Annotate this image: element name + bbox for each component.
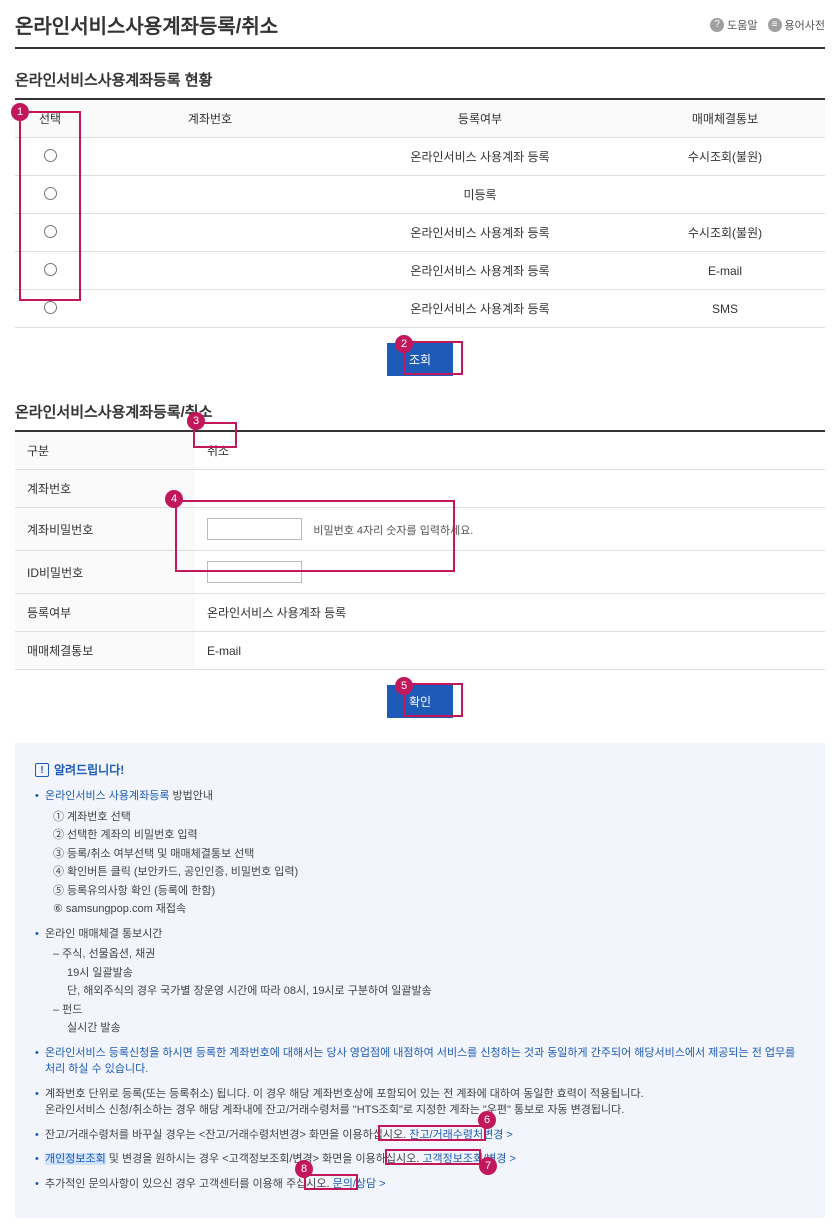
cell-notice: E-mail: [625, 252, 825, 290]
time-fund-label: – 펀드: [53, 1002, 805, 1019]
cell-account: [85, 138, 335, 176]
help-link[interactable]: ?도움말: [710, 17, 757, 33]
page-header: 온라인서비스사용계좌등록/취소 ?도움말 ≡용어사전: [15, 10, 825, 49]
label-registered: 등록여부: [15, 594, 195, 632]
col-account: 계좌번호: [85, 99, 335, 138]
guide-suffix: 방법안내: [170, 790, 214, 802]
col-notice: 매매체결통보: [625, 99, 825, 138]
notice-3-text: 온라인서비스 등록신청을 하시면 등록한 계좌번호에 대해서는 당사 영업점에 …: [45, 1047, 795, 1076]
cell-notice: 수시조회(불원): [625, 214, 825, 252]
annotation-marker-5: 5: [395, 677, 413, 695]
notice-7-pre: 추가적인 문의사항이 있으신 경우 고객센터를 이용해 주십시오.: [45, 1178, 333, 1190]
table-row: 온라인서비스 사용계좌 등록SMS: [15, 290, 825, 328]
account-password-input[interactable]: [207, 518, 302, 540]
cell-registered: 온라인서비스 사용계좌 등록: [335, 290, 625, 328]
form-section-title: 온라인서비스사용계좌등록/취소: [15, 401, 825, 422]
customer-info-link[interactable]: 고객정보조회/변경 >: [422, 1153, 516, 1165]
confirm-button-wrap: 5 확인: [15, 685, 825, 718]
help-icon: ?: [710, 18, 724, 32]
table-row: 온라인서비스 사용계좌 등록E-mail: [15, 252, 825, 290]
cell-registered: 온라인서비스 사용계좌 등록: [335, 138, 625, 176]
cell-notice: 수시조회(불원): [625, 138, 825, 176]
guide-step: ④ 확인버튼 클릭 (보안카드, 공인인증, 비밀번호 입력): [53, 864, 805, 881]
select-radio[interactable]: [44, 263, 57, 276]
value-type: 취소: [207, 444, 229, 458]
select-radio[interactable]: [44, 301, 57, 314]
table-row: 온라인서비스 사용계좌 등록수시조회(불원): [15, 214, 825, 252]
help-label: 도움말: [727, 17, 757, 33]
time-stock-1: 19시 일괄발송: [67, 965, 805, 982]
glossary-label: 용어사전: [785, 17, 825, 33]
notice-4a: 계좌번호 단위로 등록(또는 등록취소) 됩니다. 이 경우 해당 계좌번호상에…: [45, 1088, 644, 1100]
cell-registered: 온라인서비스 사용계좌 등록: [335, 252, 625, 290]
guide-step: ⑥ samsungpop.com 재접속: [53, 901, 805, 918]
time-title: 온라인 매매체결 통보시간: [45, 928, 162, 940]
cell-account: [85, 290, 335, 328]
query-button-wrap: 2 조회: [15, 343, 825, 376]
value-notice: E-mail: [195, 632, 825, 670]
guide-step: ① 계좌번호 선택: [53, 809, 805, 826]
cell-notice: [625, 176, 825, 214]
notice-panel: ! 알려드립니다! 온라인서비스 사용계좌등록 방법안내 ① 계좌번호 선택② …: [15, 743, 825, 1218]
annotation-marker-8: 8: [295, 1160, 313, 1178]
cell-registered: 미등록: [335, 176, 625, 214]
value-registered: 온라인서비스 사용계좌 등록: [195, 594, 825, 632]
glossary-link[interactable]: ≡용어사전: [768, 17, 825, 33]
annotation-marker-1: 1: [11, 103, 29, 121]
notice-item-time: 온라인 매매체결 통보시간 – 주식, 선물옵션, 채권 19시 일괄발송 단,…: [35, 926, 805, 1037]
status-table: 선택 계좌번호 등록여부 매매체결통보 온라인서비스 사용계좌 등록수시조회(불…: [15, 98, 825, 328]
account-password-hint: 비밀번호 4자리 숫자를 입력하세요.: [313, 525, 473, 537]
guide-step: ⑤ 등록유의사항 확인 (등록에 한함): [53, 883, 805, 900]
notice-item-6: 개인정보조회 및 변경을 원하시는 경우 <고객정보조회/변경> 화면을 이용하…: [35, 1151, 805, 1168]
header-links: ?도움말 ≡용어사전: [710, 17, 825, 33]
notice-item-4: 계좌번호 단위로 등록(또는 등록취소) 됩니다. 이 경우 해당 계좌번호상에…: [35, 1086, 805, 1119]
annotation-marker-7: 7: [479, 1157, 497, 1175]
label-id-pw: ID비밀번호: [15, 551, 195, 594]
value-account: [195, 470, 825, 508]
time-stock-label: – 주식, 선물옵션, 채권: [53, 946, 805, 963]
time-fund-1: 실시간 발송: [67, 1020, 805, 1037]
guide-step: ③ 등록/취소 여부선택 및 매매체결통보 선택: [53, 846, 805, 863]
annotation-marker-2: 2: [395, 335, 413, 353]
balance-change-link[interactable]: 잔고/거래수령처변경 >: [409, 1129, 513, 1141]
page-title: 온라인서비스사용계좌등록/취소: [15, 10, 278, 39]
annotation-marker-4: 4: [165, 490, 183, 508]
notice-title: ! 알려드립니다!: [35, 761, 805, 778]
label-notice: 매매체결통보: [15, 632, 195, 670]
notice-5-pre: 잔고/거래수령처를 바꾸실 경우는 <잔고/거래수령처변경> 화면을 이용하십시…: [45, 1129, 409, 1141]
select-radio[interactable]: [44, 187, 57, 200]
inquiry-link[interactable]: 문의/상담 >: [333, 1178, 386, 1190]
status-section-title: 온라인서비스사용계좌등록 현황: [15, 69, 825, 90]
notice-item-guide: 온라인서비스 사용계좌등록 방법안내 ① 계좌번호 선택② 선택한 계좌의 비밀…: [35, 788, 805, 918]
form-table: 구분 3 취소 계좌번호 계좌비밀번호 4 비밀번호 4자리 숫자를 입력하세요…: [15, 430, 825, 670]
notice-item-5: 잔고/거래수령처를 바꾸실 경우는 <잔고/거래수령처변경> 화면을 이용하십시…: [35, 1127, 805, 1144]
table-row: 미등록: [15, 176, 825, 214]
cell-account: [85, 252, 335, 290]
notice-item-7: 추가적인 문의사항이 있으신 경우 고객센터를 이용해 주십시오. 문의/상담 …: [35, 1176, 805, 1193]
book-icon: ≡: [768, 18, 782, 32]
notice-title-text: 알려드립니다!: [54, 761, 124, 778]
select-radio[interactable]: [44, 149, 57, 162]
guide-step: ② 선택한 계좌의 비밀번호 입력: [53, 827, 805, 844]
label-type: 구분: [15, 431, 195, 470]
guide-link[interactable]: 온라인서비스 사용계좌등록: [45, 790, 170, 802]
notice-item-3: 온라인서비스 등록신청을 하시면 등록한 계좌번호에 대해서는 당사 영업점에 …: [35, 1045, 805, 1078]
personal-info-link[interactable]: 개인정보조회: [45, 1153, 106, 1165]
cell-account: [85, 176, 335, 214]
annotation-marker-3: 3: [187, 412, 205, 430]
col-registered: 등록여부: [335, 99, 625, 138]
cell-account: [85, 214, 335, 252]
id-password-input[interactable]: [207, 561, 302, 583]
time-stock-2: 단, 해외주식의 경우 국가별 장운영 시간에 따라 08시, 19시로 구분하…: [67, 983, 805, 1000]
label-account-pw: 계좌비밀번호: [15, 508, 195, 551]
notice-6-mid: 및 변경을 원하시는 경우 <고객정보조회/변경> 화면을 이용하십시오.: [106, 1153, 423, 1165]
annotation-marker-6: 6: [478, 1111, 496, 1129]
notice-4b: 온라인서비스 신청/취소하는 경우 해당 계좌내에 잔고/거래수령처를 "HTS…: [45, 1104, 624, 1116]
select-radio[interactable]: [44, 225, 57, 238]
cell-notice: SMS: [625, 290, 825, 328]
table-row: 온라인서비스 사용계좌 등록수시조회(불원): [15, 138, 825, 176]
cell-registered: 온라인서비스 사용계좌 등록: [335, 214, 625, 252]
info-icon: !: [35, 763, 49, 777]
